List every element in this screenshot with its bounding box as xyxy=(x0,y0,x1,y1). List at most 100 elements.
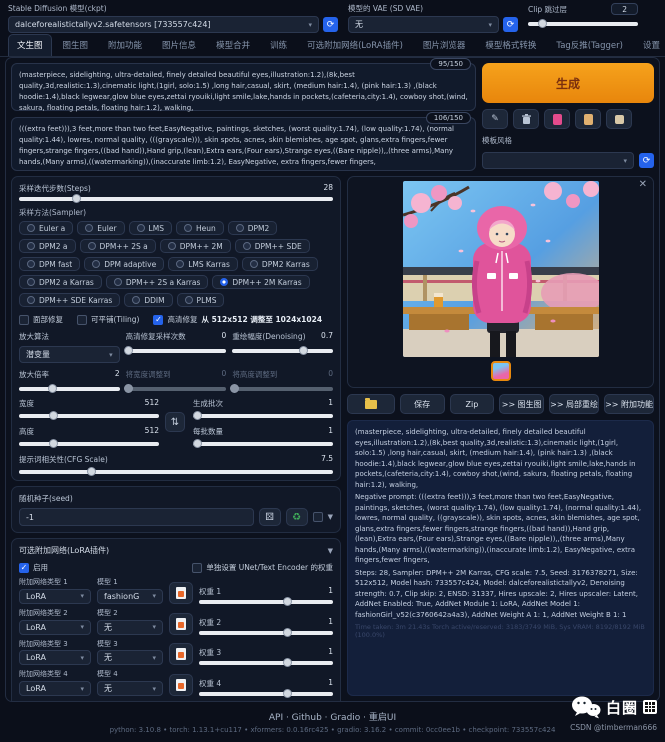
lora-model-select[interactable]: 无 ▾ xyxy=(97,620,163,635)
lora-weight-value[interactable]: 1 xyxy=(328,647,333,658)
lora-type-select[interactable]: LoRA ▾ xyxy=(19,650,91,665)
tab[interactable]: 附加功能 xyxy=(99,34,151,56)
tab[interactable]: 图片信息 xyxy=(153,34,205,56)
negative-prompt-textarea[interactable]: 106/150 (((extra feet))),3 feet,more tha… xyxy=(11,117,476,171)
clip-skip-slider[interactable] xyxy=(528,22,638,26)
width-value[interactable]: 512 xyxy=(145,398,159,409)
sampler-option[interactable]: DPM adaptive xyxy=(84,257,164,271)
lora-weight-value[interactable]: 1 xyxy=(328,617,333,628)
upscaler-select[interactable]: 潜变量 ▾ xyxy=(19,346,120,363)
steps-value[interactable]: 28 xyxy=(323,183,333,194)
slider-knob[interactable] xyxy=(49,439,58,448)
sampler-option[interactable]: DPM++ 2M Karras xyxy=(212,275,309,289)
paste-params-button[interactable]: ✎ xyxy=(482,109,508,129)
width-slider[interactable] xyxy=(19,414,159,418)
lora-weight-slider[interactable] xyxy=(199,692,333,696)
slider-knob[interactable] xyxy=(283,628,292,637)
sampler-option[interactable]: DPM++ SDE xyxy=(235,239,310,253)
seed-input[interactable]: -1 xyxy=(19,508,254,526)
lora-weight-value[interactable]: 1 xyxy=(328,678,333,689)
sampler-option[interactable]: Euler a xyxy=(19,221,73,235)
sampler-option[interactable]: LMS xyxy=(129,221,172,235)
lora-accordion-header[interactable]: 可选附加网络(LoRA插件) ▼ xyxy=(19,545,333,556)
refresh-checkpoint-button[interactable]: ⟳ xyxy=(323,17,338,32)
lora-weight-value[interactable]: 1 xyxy=(328,586,333,597)
batch-count-value[interactable]: 1 xyxy=(328,398,333,409)
upscale-by-value[interactable]: 2 xyxy=(115,369,120,380)
footer-links[interactable]: API · Github · Gradio · 重启UI xyxy=(0,710,665,723)
slider-knob[interactable] xyxy=(193,411,202,420)
tab[interactable]: 训练 xyxy=(261,34,296,56)
extra-networks-button[interactable] xyxy=(544,109,570,129)
style-select[interactable]: ▾ xyxy=(482,152,634,169)
sampler-option[interactable]: DPM++ 2S a xyxy=(80,239,156,253)
output-action-button[interactable]: >> 附加功能 xyxy=(604,394,654,414)
batch-size-slider[interactable] xyxy=(193,442,333,446)
sampler-option[interactable]: DPM2 xyxy=(228,221,278,235)
tab[interactable]: 可选附加网络(LoRA插件) xyxy=(298,34,412,56)
lora-model-info-button[interactable] xyxy=(169,613,193,635)
slider-knob[interactable] xyxy=(124,346,133,355)
lora-type-select[interactable]: LoRA ▾ xyxy=(19,589,91,604)
height-value[interactable]: 512 xyxy=(145,426,159,437)
lora-weight-slider[interactable] xyxy=(199,661,333,665)
tab[interactable]: 模型合并 xyxy=(207,34,259,56)
lora-type-select[interactable]: LoRA ▾ xyxy=(19,681,91,696)
lora-model-select[interactable]: 无 ▾ xyxy=(97,650,163,665)
denoise-slider[interactable] xyxy=(232,349,333,353)
random-seed-button[interactable]: ⚄ xyxy=(259,508,281,526)
generate-button[interactable]: 生成 xyxy=(482,63,654,103)
cfg-value[interactable]: 7.5 xyxy=(321,454,333,465)
swap-dimensions-button[interactable]: ⇅ xyxy=(165,412,185,432)
output-action-button[interactable]: Zip xyxy=(450,394,495,414)
refresh-styles-button[interactable]: ⟳ xyxy=(639,153,654,168)
sampler-option[interactable]: DDIM xyxy=(124,293,172,307)
batch-count-slider[interactable] xyxy=(193,414,333,418)
save-style-button[interactable] xyxy=(606,109,632,129)
sampler-option[interactable]: DPM2 a Karras xyxy=(19,275,102,289)
hires-steps-value[interactable]: 0 xyxy=(222,331,227,342)
slider-knob[interactable] xyxy=(49,411,58,420)
slider-knob[interactable] xyxy=(283,597,292,606)
restore-faces-checkbox[interactable]: 面部修复 xyxy=(19,314,63,325)
tiling-checkbox[interactable]: 可平铺(Tiling) xyxy=(77,314,139,325)
apply-style-button[interactable] xyxy=(575,109,601,129)
lora-weight-slider[interactable] xyxy=(199,631,333,635)
lora-enable-checkbox[interactable]: ✓ 启用 xyxy=(19,562,48,573)
sampler-option[interactable]: DPM++ 2S a Karras xyxy=(106,275,209,289)
lora-weight-slider[interactable] xyxy=(199,600,333,604)
output-action-button[interactable]: >> 局部重绘 xyxy=(549,394,599,414)
sampler-option[interactable]: Euler xyxy=(77,221,124,235)
lora-model-select[interactable]: fashionG ▾ xyxy=(97,589,163,604)
sampler-option[interactable]: DPM++ 2M xyxy=(160,239,231,253)
lora-separate-weights-checkbox[interactable]: 单独设置 UNet/Text Encoder 的权重 xyxy=(192,562,333,573)
sampler-option[interactable]: LMS Karras xyxy=(168,257,238,271)
slider-knob[interactable] xyxy=(299,346,308,355)
clear-prompt-button[interactable] xyxy=(513,109,539,129)
slider-knob[interactable] xyxy=(72,194,81,203)
gallery-thumbnail-selected[interactable] xyxy=(491,361,511,381)
cfg-slider[interactable] xyxy=(19,470,333,474)
sampler-option[interactable]: PLMS xyxy=(177,293,225,307)
height-slider[interactable] xyxy=(19,442,159,446)
open-folder-button[interactable] xyxy=(347,394,395,414)
lora-model-info-button[interactable] xyxy=(169,643,193,665)
lora-model-select[interactable]: 无 ▾ xyxy=(97,681,163,696)
slider-knob[interactable] xyxy=(48,384,57,393)
slider-knob[interactable] xyxy=(193,439,202,448)
generated-image[interactable] xyxy=(403,181,599,357)
refresh-vae-button[interactable]: ⟳ xyxy=(503,17,518,32)
lora-model-info-button[interactable] xyxy=(169,674,193,696)
close-icon[interactable]: ✕ xyxy=(639,179,647,190)
lora-type-select[interactable]: LoRA ▾ xyxy=(19,620,91,635)
checkpoint-select[interactable]: dalceforealistictallyv2.safetensors [733… xyxy=(8,16,319,33)
lora-model-info-button[interactable] xyxy=(169,582,193,604)
batch-size-value[interactable]: 1 xyxy=(328,426,333,437)
slider-knob[interactable] xyxy=(538,19,547,28)
clip-skip-value[interactable]: 2 xyxy=(611,3,638,15)
sampler-option[interactable]: DPM fast xyxy=(19,257,80,271)
tab[interactable]: 图生图 xyxy=(54,34,98,56)
denoise-value[interactable]: 0.7 xyxy=(321,331,333,342)
output-action-button[interactable]: 保存 xyxy=(400,394,445,414)
prompt-textarea[interactable]: 95/150 (masterpiece, sidelighting, ultra… xyxy=(11,63,476,111)
